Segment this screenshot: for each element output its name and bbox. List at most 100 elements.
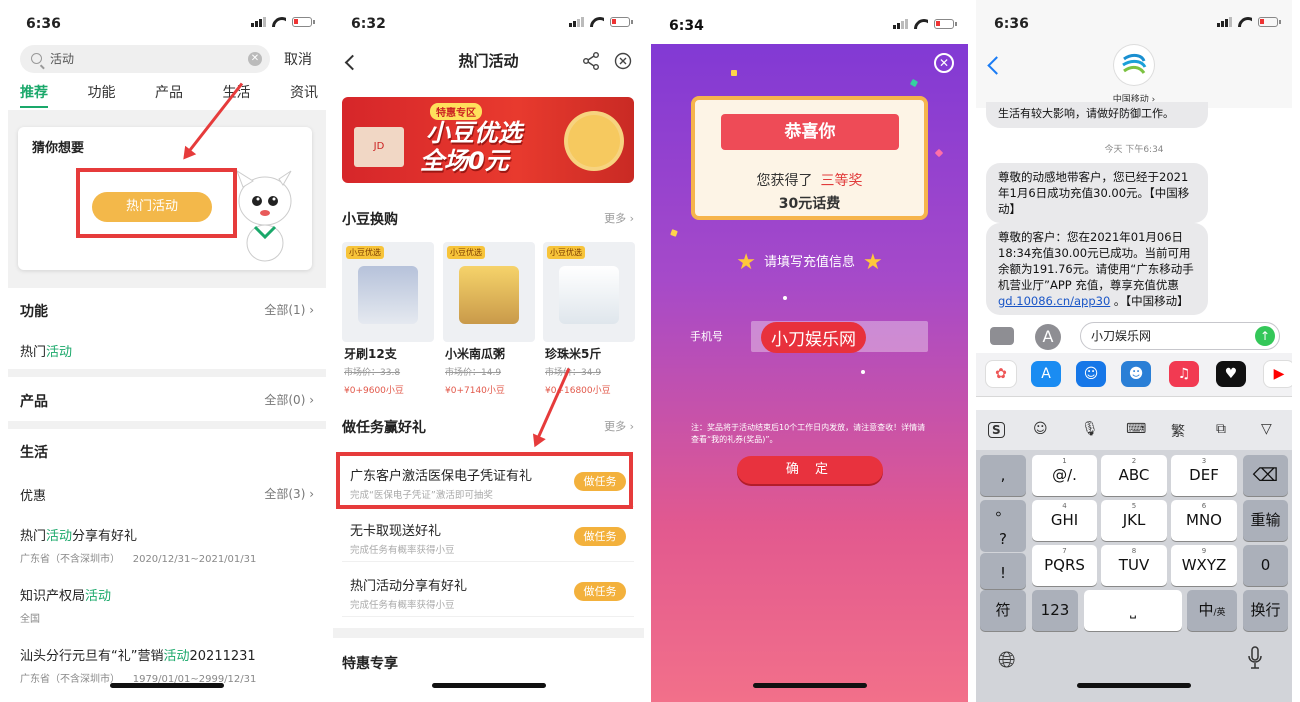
wifi-icon [914, 19, 928, 29]
back-icon[interactable] [344, 54, 361, 71]
more-link[interactable]: 更多 › [604, 418, 634, 434]
zero-key[interactable]: 0 [1243, 545, 1288, 586]
heart-icon[interactable]: ♥ [1216, 361, 1246, 387]
tab-news[interactable]: 资讯 [290, 82, 318, 108]
key-3[interactable]: 3 DEF [1171, 455, 1237, 496]
message-bubble: 生活有较大影响，请做好防御工作。 [986, 102, 1208, 128]
product-card[interactable]: 小豆优选 [342, 242, 434, 342]
status-time: 6:36 [26, 16, 61, 32]
message-input[interactable]: 小刀娱乐网 ↑ [1080, 322, 1280, 350]
key-5[interactable]: 5 JKL [1101, 500, 1167, 541]
imessage-apps-row: ✿ A ☺ ☻ ♫ ♥ ▶ [976, 353, 1292, 397]
key-8[interactable]: 8 TUV [1101, 545, 1167, 586]
language-key[interactable]: 中/英 [1187, 590, 1237, 631]
list-item[interactable]: 热门活动分享有好礼 广东省（不含深圳市） 2020/12/31~2021/01/… [20, 525, 314, 565]
key-punct[interactable]: ? [980, 526, 1026, 552]
signal-icon [893, 19, 908, 29]
tab-function[interactable]: 功能 [88, 82, 116, 108]
product-card[interactable]: 小豆优选 [543, 242, 635, 342]
cancel-button[interactable]: 取消 [284, 49, 312, 69]
key-6[interactable]: 6 MNO [1171, 500, 1237, 541]
key-4[interactable]: 4 GHI [1032, 500, 1097, 541]
app-store-icon[interactable]: A [1035, 324, 1061, 350]
prize-screen: 6:34 ✕ 恭喜你 您获得了 三等奖 30元话费 ★ 请填写充值信息 ★ 手机号 小… [651, 0, 968, 702]
list-item[interactable]: 汕头分行元旦有“礼”营销活动20211231 广东省（不含深圳市） 1979/0… [20, 645, 314, 685]
prize-note: 注：奖品将于活动结束后10个工作日内发放，请注意查收！详情请查看“我的礼券(奖品… [691, 423, 926, 444]
promo-banner[interactable]: JD 特惠专区 小豆优选 全场0元 [342, 97, 634, 183]
home-indicator[interactable] [752, 683, 867, 688]
sogou-icon[interactable]: S [988, 422, 1005, 438]
microphone-icon[interactable]: 🎙︎ [1081, 421, 1099, 437]
dictation-icon[interactable] [1248, 646, 1262, 669]
close-icon[interactable] [614, 52, 632, 70]
prize-card: 恭喜你 您获得了 三等奖 30元话费 [691, 96, 928, 220]
highlight-box [336, 452, 633, 509]
emoji-icon[interactable]: ☺ [1033, 421, 1048, 437]
tab-recommend[interactable]: 推荐 [20, 82, 48, 108]
function-all-link[interactable]: 全部(1) › [264, 301, 314, 318]
task-item[interactable]: 无卡取现送好礼 完成任务有概率获得小豆 做任务 [342, 510, 634, 562]
globe-icon[interactable]: 🌐︎ [998, 648, 1016, 673]
send-icon[interactable]: ↑ [1255, 326, 1275, 346]
list-item[interactable]: 热门活动 [20, 341, 314, 360]
task-item[interactable]: 热门活动分享有好礼 完成任务有概率获得小豆 做任务 [342, 565, 634, 617]
china-mobile-logo-icon [1122, 53, 1147, 74]
app-store-icon[interactable]: A [1031, 361, 1061, 387]
key-7[interactable]: 7 PQRS [1032, 545, 1097, 586]
clear-icon[interactable]: ✕ [248, 52, 262, 66]
product-all-link[interactable]: 全部(0) › [264, 391, 314, 408]
message-bubble: 尊敬的动感地带客户，您已经于2021年1月6日成功充值30.00元。【中国移动】 [986, 163, 1208, 223]
traditional-chinese-toggle[interactable]: 繁 [1171, 421, 1185, 441]
space-key[interactable]: ⎵ [1084, 590, 1182, 631]
symbol-key[interactable]: 符 [980, 590, 1026, 631]
return-key[interactable]: 换行 [1243, 590, 1288, 631]
photos-icon[interactable]: ✿ [986, 361, 1016, 387]
contact-avatar[interactable] [1114, 45, 1154, 85]
close-icon[interactable]: ✕ [934, 53, 954, 73]
home-indicator[interactable] [110, 683, 224, 688]
search-input[interactable]: 活动 ✕ [20, 45, 270, 73]
product-image [459, 266, 519, 324]
key-punct[interactable]: , [980, 455, 1026, 496]
clipboard-icon[interactable]: ⧉ [1216, 421, 1226, 437]
composer: A 小刀娱乐网 ↑ [976, 321, 1292, 353]
fill-info-label: ★ 请填写充值信息 ★ [736, 250, 883, 275]
home-indicator[interactable] [431, 683, 546, 688]
confirm-button[interactable]: 确 定 [737, 456, 883, 484]
share-icon[interactable] [582, 52, 600, 70]
collapse-icon[interactable]: ▽ [1261, 421, 1272, 437]
sms-link[interactable]: gd.10086.cn/app30 [998, 294, 1110, 308]
microphone-icon: ⎵ [1129, 601, 1136, 619]
guess-title: 猜你想要 [32, 141, 85, 156]
messages-screen: 6:36 中国移动 › 生活有较大影响，请做好防御工作。 今天 下午6:34 尊… [976, 0, 1292, 702]
number-key[interactable]: 123 [1032, 590, 1078, 631]
reenter-key[interactable]: 重输 [1243, 500, 1288, 541]
hot-activity-screen: 6:32 热门活动 JD 特惠专区 小豆优选 全场0元 小豆换购 更多 › 小豆优… [333, 0, 644, 702]
do-task-button[interactable]: 做任务 [574, 527, 626, 546]
star-icon: ★ [863, 250, 883, 275]
keyboard-icon[interactable]: ⌨ [1126, 421, 1146, 437]
more-link[interactable]: 更多 › [604, 210, 634, 226]
music-icon[interactable]: ♫ [1169, 361, 1199, 387]
promo-all-link[interactable]: 全部(3) › [264, 485, 314, 502]
signal-icon [251, 17, 266, 27]
key-2[interactable]: 2 ABC [1101, 455, 1167, 496]
battery-icon [1258, 17, 1281, 27]
category-tabs: 推荐 功能 产品 生活 资讯 [20, 82, 318, 108]
product-card[interactable]: 小豆优选 [443, 242, 535, 342]
function-section: 功能 全部(1) › [20, 301, 314, 320]
camera-icon[interactable] [990, 327, 1014, 345]
app-search-screen: 6:36 活动 ✕ 取消 推荐 功能 产品 生活 资讯 猜你想要 热门活动 功能… [8, 0, 326, 702]
home-indicator[interactable] [1077, 683, 1191, 688]
key-punct[interactable]: ! [980, 553, 1026, 589]
animoji-icon[interactable]: ☻ [1121, 361, 1151, 387]
key-1[interactable]: 1 @/. [1032, 455, 1097, 496]
do-task-button[interactable]: 做任务 [574, 582, 626, 601]
youtube-icon[interactable]: ▶ [1264, 361, 1292, 387]
delete-key[interactable]: ⌫ [1243, 455, 1288, 496]
tab-product[interactable]: 产品 [155, 82, 183, 108]
special-section: 特惠专享 [342, 656, 398, 672]
key-9[interactable]: 9 WXYZ [1171, 545, 1237, 586]
list-item[interactable]: 知识产权局活动 全国 [20, 585, 314, 625]
memoji-icon[interactable]: ☺ [1076, 361, 1106, 387]
